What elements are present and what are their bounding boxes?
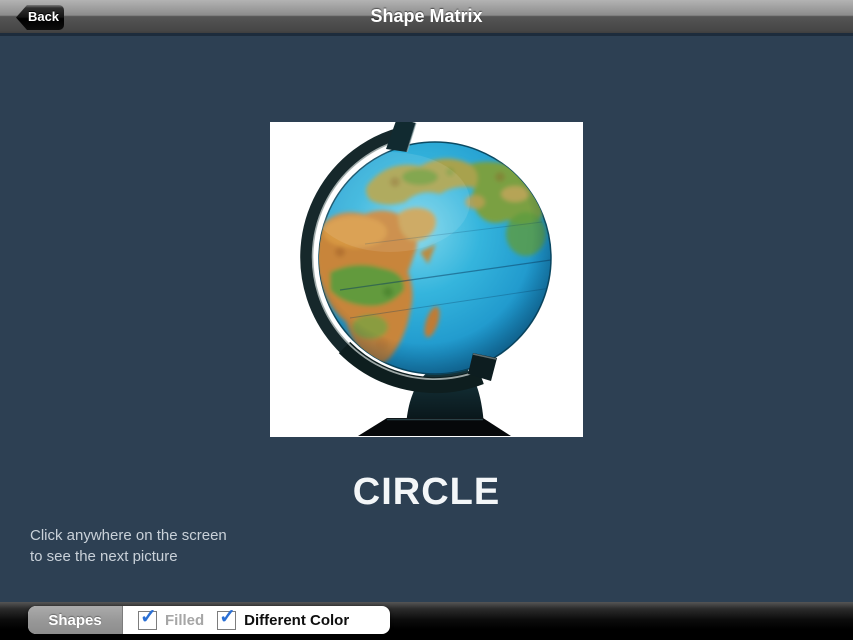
- instruction-text: Click anywhere on the screen to see the …: [30, 525, 227, 567]
- different-color-checkbox-label: Different Color: [244, 611, 350, 629]
- app-screen[interactable]: Shape Matrix Back CIRCLE Click anywhere …: [0, 0, 853, 640]
- shape-name-label: CIRCLE: [352, 471, 501, 513]
- shapes-button[interactable]: Shapes: [28, 606, 123, 634]
- instruction-line-1: Click anywhere on the screen: [30, 527, 227, 544]
- globe-illustration: [270, 122, 583, 437]
- filled-checkbox-label: Filled: [165, 611, 205, 629]
- options-control-group: Shapes ✓ Filled ✓ Different Color: [28, 606, 390, 634]
- shape-photo[interactable]: [270, 122, 583, 437]
- page-title: Shape Matrix: [370, 6, 483, 26]
- checkmark-icon: ✓: [219, 606, 236, 628]
- checkmark-icon: ✓: [140, 606, 157, 628]
- different-color-checkbox[interactable]: ✓ Different Color: [217, 607, 350, 630]
- instruction-line-2: to see the next picture: [30, 548, 178, 565]
- bottom-toolbar: Shapes ✓ Filled ✓ Different Color: [0, 602, 853, 640]
- filled-checkbox-box[interactable]: ✓: [138, 607, 157, 630]
- filled-checkbox[interactable]: ✓ Filled: [138, 607, 205, 630]
- navigation-bar: Shape Matrix Back: [0, 0, 853, 36]
- different-color-checkbox-box[interactable]: ✓: [217, 607, 237, 630]
